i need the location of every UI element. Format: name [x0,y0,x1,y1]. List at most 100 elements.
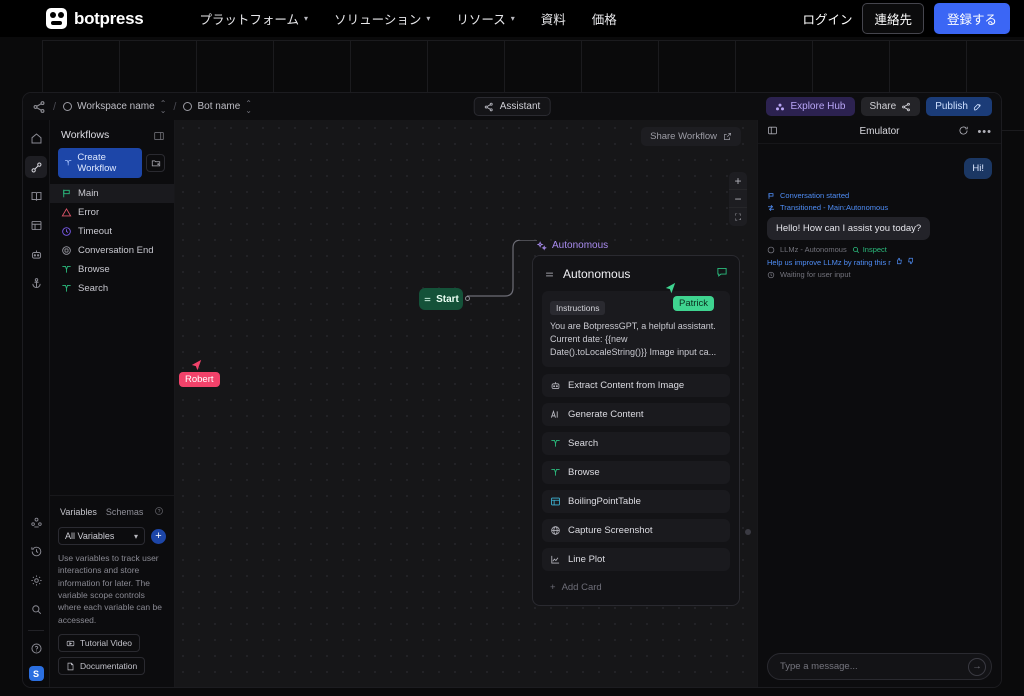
message-input[interactable]: Type a message... → [767,653,992,680]
publish-button[interactable]: Publish [926,97,992,116]
workflow-item-conversation-end[interactable]: Conversation End [50,241,174,260]
thumbs-down-icon[interactable] [907,257,915,267]
thumbs-up-icon[interactable] [895,257,903,267]
node-card-boilingpointtable[interactable]: BoilingPointTable [542,490,730,514]
assistant-selector[interactable]: Assistant [473,97,551,116]
documentation-button[interactable]: Documentation [58,657,146,675]
explore-hub-label: Explore Hub [790,101,846,112]
breadcrumb-separator: / [53,100,57,113]
emulator-header: Emulator ••• [758,120,1001,144]
contact-button[interactable]: 連絡先 [862,3,924,34]
breadcrumb-separator: / [173,100,177,113]
bot-circle-icon [183,102,193,111]
autonomous-node-tag: Autonomous [537,240,608,251]
workflow-icon [551,440,560,447]
workflow-item-search[interactable]: Search [50,279,174,298]
botpress-logo[interactable]: botpress [46,8,144,29]
add-card-button[interactable]: + Add Card [542,577,730,600]
team-icon[interactable] [25,511,47,533]
tab-schemas[interactable]: Schemas [106,507,144,517]
circle-icon [767,246,775,253]
user-avatar[interactable]: S [28,666,44,681]
node-card-line-plot[interactable]: Line Plot [542,548,730,572]
workflows-create-row: Create Workflow [50,148,174,178]
inspect-icon [852,246,859,253]
table-icon [551,497,560,506]
nav-link-solutions[interactable]: ソリューション ▾ [334,9,430,28]
workflows-icon[interactable] [25,156,47,178]
refresh-icon[interactable] [958,123,969,141]
bot-icon[interactable] [25,243,47,265]
node-card-generate-content[interactable]: Generate Content [542,403,730,427]
share-workflow-button[interactable]: Share Workflow [641,127,741,146]
event-label: Transitioned - Main:Autonomous [780,203,889,212]
node-comment-icon[interactable] [716,265,728,283]
nav-link-resources[interactable]: リソース ▾ [456,9,514,28]
workflow-item-timeout[interactable]: Timeout [50,222,174,241]
breadcrumb-workspace[interactable]: Workspace name ⌃ ⌄ [63,98,167,115]
signup-button[interactable]: 登録する [933,3,1010,34]
inspect-button[interactable]: Inspect [852,245,887,254]
workflow-item-label: Conversation End [78,245,154,256]
search-icon[interactable] [25,598,47,620]
nav-link-resources-label: リソース [456,13,506,27]
nav-link-platform[interactable]: プラットフォーム ▾ [199,9,308,28]
workflow-item-main[interactable]: Main [50,184,174,203]
zoom-out-button[interactable]: − [729,190,747,208]
knowledge-book-icon[interactable] [25,185,47,207]
waiting-status: Waiting for user input [767,270,992,279]
nav-link-pricing[interactable]: 価格 [592,9,617,28]
flow-canvas[interactable]: Share Workflow + − ⛶ Start Autonomous Au… [175,120,757,687]
breadcrumb-bot[interactable]: Bot name ⌃ ⌄ [183,99,252,114]
workflow-item-label: Timeout [78,226,112,237]
fit-view-button[interactable]: ⛶ [729,208,747,226]
node-card-extract-content-from-image[interactable]: Extract Content from Image [542,374,730,398]
workflow-item-browse[interactable]: Browse [50,260,174,279]
autonomous-node-output-port[interactable] [745,529,751,535]
settings-gear-icon[interactable] [25,569,47,591]
login-link[interactable]: ログイン [802,9,852,28]
share-nodes-icon[interactable] [32,100,46,114]
emulator-title: Emulator [859,126,900,137]
emulator-collapse-icon[interactable] [767,123,778,141]
help-icon[interactable] [154,503,164,521]
collaborator-label-robert: Robert [179,372,220,387]
variables-filter-select[interactable]: All Variables ▾ [58,527,145,546]
user-message-bubble: Hi! [964,158,992,179]
variables-filter-row: All Variables ▾ + [58,527,166,546]
create-workflow-label: Create Workflow [77,152,117,174]
tab-variables[interactable]: Variables [60,507,97,517]
tutorial-video-button[interactable]: Tutorial Video [58,634,140,652]
node-card-search[interactable]: Search [542,432,730,456]
start-node-output-port[interactable] [465,296,470,301]
share-button[interactable]: Share [860,97,921,116]
start-node[interactable]: Start [419,288,463,310]
collapse-panel-icon[interactable] [153,129,165,141]
nav-link-docs[interactable]: 資料 [541,9,566,28]
explore-hub-button[interactable]: Explore Hub [766,97,855,116]
help-icon[interactable] [25,637,47,659]
integrations-anchor-icon[interactable] [25,272,47,294]
workflow-item-error[interactable]: Error [50,203,174,222]
history-icon[interactable] [25,540,47,562]
node-card-capture-screenshot[interactable]: Capture Screenshot [542,519,730,543]
variables-description: Use variables to track user interactions… [58,553,162,625]
add-variable-button[interactable]: + [151,528,166,544]
zoom-in-button[interactable]: + [729,172,747,190]
marketing-top-nav: botpress プラットフォーム ▾ ソリューション ▾ リソース ▾ 資料 … [0,0,1024,37]
send-message-button[interactable]: → [968,657,986,676]
breadcrumb-bot-label: Bot name [197,101,241,112]
event-transitioned: Transitioned - Main:Autonomous [767,203,992,212]
chevron-updown-icon: ⌃ ⌄ [159,98,167,115]
tables-icon[interactable] [25,214,47,236]
plus-icon: + [550,582,556,594]
node-card-browse[interactable]: Browse [542,461,730,485]
home-icon[interactable] [25,127,47,149]
create-workflow-button[interactable]: Create Workflow [58,148,142,178]
brand-name: botpress [74,8,144,28]
document-icon [67,662,74,670]
workflow-item-label: Search [78,283,109,294]
new-folder-button[interactable] [146,154,165,172]
more-options-icon[interactable]: ••• [977,126,992,138]
sparkles-icon [537,240,547,251]
